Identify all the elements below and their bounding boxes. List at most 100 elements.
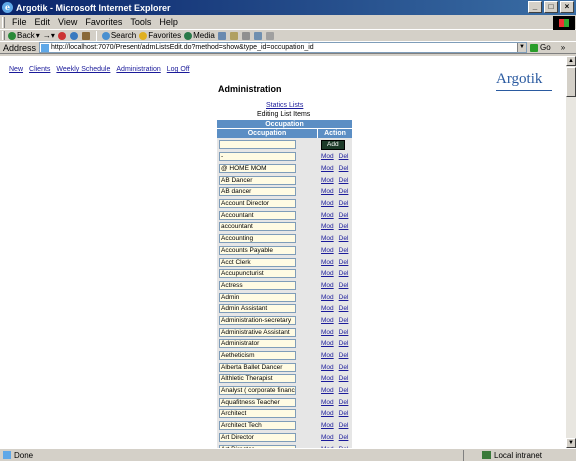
address-input[interactable]: http://localhost:7070/Present/admListsEd… [39,42,528,53]
occupation-input[interactable]: Accounting [219,234,296,244]
mod-link[interactable]: Mod [321,364,334,371]
del-link[interactable]: Del [339,200,349,207]
mod-link[interactable]: Mod [321,165,334,172]
occupation-input[interactable]: Accounts Payable [219,245,296,255]
menu-file[interactable]: File [8,17,31,27]
nav-new[interactable]: New [9,66,23,73]
mod-link[interactable]: Mod [321,247,334,254]
occupation-input[interactable]: Admin Assistant [219,304,296,314]
occupation-input[interactable]: Administrator [219,339,296,349]
occupation-input[interactable]: Alberta Ballet Dancer [219,362,296,372]
mod-link[interactable]: Mod [321,177,334,184]
occupation-input[interactable]: AB dancer [219,187,296,197]
discuss-button[interactable] [265,31,275,40]
occupation-input[interactable]: Account Director [219,199,296,209]
del-link[interactable]: Del [339,329,349,336]
occupation-input[interactable]: Admin [219,292,296,302]
scroll-up-icon[interactable]: ▲ [566,56,576,66]
mod-link[interactable]: Mod [321,223,334,230]
mod-link[interactable]: Mod [321,434,334,441]
mod-link[interactable]: Mod [321,305,334,312]
home-button[interactable] [81,31,91,40]
nav-weekly-schedule[interactable]: Weekly Schedule [56,66,110,73]
del-link[interactable]: Del [339,212,349,219]
media-button[interactable]: Media [184,31,215,40]
statics-lists-link[interactable]: Statics Lists [266,102,303,109]
mod-link[interactable]: Mod [321,387,334,394]
mod-link[interactable]: Mod [321,352,334,359]
stop-button[interactable] [57,31,67,40]
close-button[interactable]: × [560,1,574,13]
mod-link[interactable]: Mod [321,410,334,417]
new-occupation-input[interactable] [219,140,296,149]
occupation-input[interactable]: Actress [219,280,296,290]
occupation-input[interactable]: Architect [219,409,296,419]
refresh-button[interactable] [69,31,79,40]
del-link[interactable]: Del [339,259,349,266]
del-link[interactable]: Del [339,270,349,277]
edit-button[interactable] [253,31,263,40]
minimize-button[interactable]: _ [528,1,542,13]
mod-link[interactable]: Mod [321,375,334,382]
occupation-input[interactable]: @ HOME MOM [219,164,296,174]
menu-help[interactable]: Help [155,17,182,27]
del-link[interactable]: Del [339,235,349,242]
nav-clients[interactable]: Clients [29,66,50,73]
occupation-input[interactable]: Analyst ( corporate finance ) [219,386,296,396]
occupation-input[interactable]: AB Dancer [219,175,296,185]
del-link[interactable]: Del [339,422,349,429]
menu-view[interactable]: View [54,17,81,27]
mod-link[interactable]: Mod [321,270,334,277]
occupation-input[interactable]: Acct Clerk [219,257,296,267]
del-link[interactable]: Del [339,399,349,406]
del-link[interactable]: Del [339,165,349,172]
del-link[interactable]: Del [339,340,349,347]
vertical-scrollbar[interactable]: ▲ ▼ [566,56,576,448]
scroll-down-icon[interactable]: ▼ [566,438,576,448]
del-link[interactable]: Del [339,305,349,312]
nav-administration[interactable]: Administration [116,66,160,73]
go-button[interactable]: Go [530,43,551,52]
mod-link[interactable]: Mod [321,422,334,429]
mod-link[interactable]: Mod [321,153,334,160]
scroll-thumb[interactable] [566,67,576,97]
del-link[interactable]: Del [339,387,349,394]
menu-edit[interactable]: Edit [31,17,55,27]
mod-link[interactable]: Mod [321,340,334,347]
del-link[interactable]: Del [339,317,349,324]
nav-log-off[interactable]: Log Off [167,66,190,73]
mod-link[interactable]: Mod [321,399,334,406]
print-button[interactable] [241,31,251,40]
links-chevron-icon[interactable]: » [561,43,565,52]
del-link[interactable]: Del [339,434,349,441]
mod-link[interactable]: Mod [321,294,334,301]
mod-link[interactable]: Mod [321,188,334,195]
del-link[interactable]: Del [339,153,349,160]
mail-button[interactable] [229,31,239,40]
search-button[interactable]: Search [101,31,136,40]
add-button[interactable]: Add [321,140,345,150]
address-dropdown-icon[interactable]: ▼ [517,43,527,52]
occupation-input[interactable]: - [219,152,296,162]
occupation-input[interactable]: Administrative Assistant [219,327,296,337]
favorites-button[interactable]: Favorites [139,31,181,40]
del-link[interactable]: Del [339,410,349,417]
del-link[interactable]: Del [339,223,349,230]
mod-link[interactable]: Mod [321,200,334,207]
occupation-input[interactable]: Aquafitness Teacher [219,397,296,407]
occupation-input[interactable]: Accupuncturist [219,269,296,279]
del-link[interactable]: Del [339,188,349,195]
del-link[interactable]: Del [339,247,349,254]
del-link[interactable]: Del [339,294,349,301]
maximize-button[interactable]: □ [544,1,558,13]
del-link[interactable]: Del [339,364,349,371]
back-button[interactable]: Back ▾ [8,31,40,40]
forward-button[interactable]: → ▾ [43,31,55,40]
mod-link[interactable]: Mod [321,235,334,242]
mod-link[interactable]: Mod [321,259,334,266]
occupation-input[interactable]: Art Director [219,432,296,442]
occupation-input[interactable]: Accountant [219,210,296,220]
mod-link[interactable]: Mod [321,317,334,324]
mod-link[interactable]: Mod [321,282,334,289]
del-link[interactable]: Del [339,282,349,289]
